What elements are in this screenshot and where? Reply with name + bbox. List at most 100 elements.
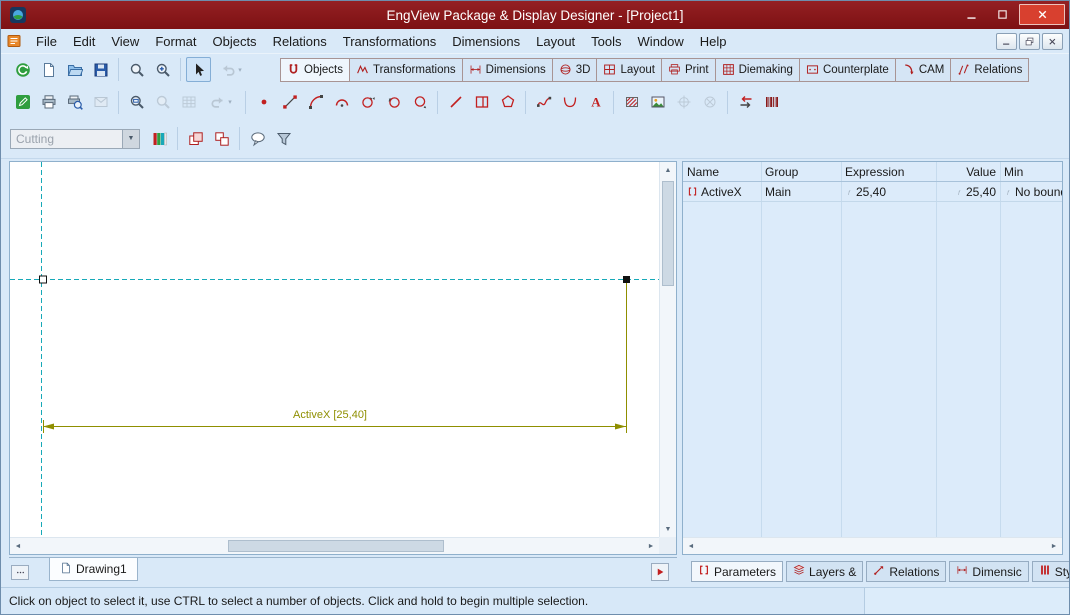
construction-line-tool-button[interactable] xyxy=(443,90,468,115)
tab-relations-panel[interactable]: Relations xyxy=(866,561,946,582)
rectangle-tool-button[interactable] xyxy=(469,90,494,115)
menu-relations[interactable]: Relations xyxy=(265,32,335,51)
mdi-restore-button[interactable] xyxy=(1019,33,1040,50)
print-button[interactable] xyxy=(36,90,61,115)
tab-styles[interactable]: Styles xyxy=(1032,561,1070,582)
menu-window[interactable]: Window xyxy=(630,32,692,51)
tab-transformations[interactable]: Transformations xyxy=(349,58,462,82)
tab-diemaking[interactable]: Diemaking xyxy=(715,58,799,82)
zoom-extents-button[interactable] xyxy=(150,90,175,115)
erase-tool-button[interactable] xyxy=(697,90,722,115)
handle-right[interactable] xyxy=(623,276,630,283)
spline-tool-button[interactable] xyxy=(531,90,556,115)
tab-dimensions[interactable]: Dimensions xyxy=(462,58,552,82)
scroll-left-icon[interactable]: ◄ xyxy=(10,538,26,554)
scroll-up-icon[interactable]: ▲ xyxy=(660,162,676,178)
tab-parameters[interactable]: Parameters xyxy=(691,561,783,582)
mdi-close-button[interactable] xyxy=(1042,33,1063,50)
arc-3pt-tool-button[interactable] xyxy=(303,90,328,115)
polygon-tool-button[interactable] xyxy=(495,90,520,115)
canvas-vscrollbar[interactable]: ▲ ▼ xyxy=(659,162,676,537)
scroll-right-icon[interactable]: ► xyxy=(643,538,659,554)
zoom-window-button[interactable] xyxy=(124,90,149,115)
tab-layout[interactable]: Layout xyxy=(596,58,661,82)
circle-tool-button-2[interactable] xyxy=(381,90,406,115)
select-tool-button[interactable] xyxy=(186,57,211,82)
drawing-canvas[interactable]: ActiveX [25,40] xyxy=(10,162,659,537)
menu-format[interactable]: Format xyxy=(147,32,204,51)
hscroll-thumb[interactable] xyxy=(228,540,444,552)
app-logo-icon[interactable] xyxy=(10,7,26,23)
table-row[interactable]: ActiveXMainf25,40f25,40fNo bound xyxy=(683,182,1062,202)
mdi-minimize-button[interactable] xyxy=(996,33,1017,50)
bridges-tool-button[interactable] xyxy=(733,90,758,115)
tab-print[interactable]: Print xyxy=(661,58,715,82)
chevron-down-icon[interactable]: ▼ xyxy=(122,130,139,148)
point-tool-button[interactable] xyxy=(251,90,276,115)
circle-tool-button-3[interactable] xyxy=(407,90,432,115)
menu-objects[interactable]: Objects xyxy=(204,32,264,51)
vscroll-thumb[interactable] xyxy=(662,181,674,286)
center-mark-tool-button[interactable] xyxy=(671,90,696,115)
barcode-tool-button[interactable] xyxy=(759,90,784,115)
standard-button[interactable] xyxy=(10,57,35,82)
menu-help[interactable]: Help xyxy=(692,32,735,51)
send-button[interactable] xyxy=(88,90,113,115)
arc-center-tool-button[interactable] xyxy=(329,90,354,115)
text-tool-button[interactable]: A xyxy=(583,90,608,115)
menu-view[interactable]: View xyxy=(103,32,147,51)
line-tool-button[interactable] xyxy=(277,90,302,115)
panel-hscrollbar[interactable]: ◄ ► xyxy=(683,537,1062,554)
dropdown-chevron-icon[interactable]: ▾ xyxy=(238,66,242,74)
menu-dimensions[interactable]: Dimensions xyxy=(444,32,528,51)
tab-label: Relations xyxy=(889,565,939,579)
menu-file[interactable]: File xyxy=(28,32,65,51)
filter-button[interactable] xyxy=(271,126,296,151)
tab-layers[interactable]: Layers & xyxy=(786,561,863,582)
scroll-down-icon[interactable]: ▼ xyxy=(660,521,676,537)
save-button[interactable] xyxy=(88,57,113,82)
menu-layout[interactable]: Layout xyxy=(528,32,583,51)
dropdown-chevron-icon[interactable]: ▾ xyxy=(228,98,232,106)
open-project-button[interactable] xyxy=(62,57,87,82)
menu-tools[interactable]: Tools xyxy=(583,32,629,51)
show-layer-button-2[interactable] xyxy=(209,126,234,151)
tab-drawing1[interactable]: Drawing1 xyxy=(49,558,138,581)
dimension-label[interactable]: ActiveX [25,40] xyxy=(293,409,367,421)
edit-standard-button[interactable] xyxy=(10,90,35,115)
print-preview-button[interactable] xyxy=(62,90,87,115)
tab-dimensions-panel[interactable]: Dimensic xyxy=(949,561,1028,582)
hatch-tool-button[interactable] xyxy=(619,90,644,115)
menu-transformations[interactable]: Transformations xyxy=(335,32,444,51)
curve-tool-button[interactable] xyxy=(557,90,582,115)
scroll-right-icon[interactable]: ► xyxy=(1046,538,1062,554)
tab-objects[interactable]: Objects xyxy=(280,58,349,82)
sheet-menu-button[interactable] xyxy=(11,565,29,580)
tab-counterplate[interactable]: Counterplate xyxy=(799,58,895,82)
grid-button[interactable] xyxy=(176,90,201,115)
tab-3d[interactable]: 3D xyxy=(552,58,597,82)
undo-button[interactable]: ▾ xyxy=(212,57,250,82)
redo-button[interactable]: ▾ xyxy=(202,90,240,115)
circle-tool-button-1[interactable] xyxy=(355,90,380,115)
layer-select[interactable]: Cutting ▼ xyxy=(10,129,140,149)
show-layer-button-1[interactable] xyxy=(183,126,208,151)
sheet-nav-button[interactable] xyxy=(651,563,669,581)
zoom-in-button[interactable] xyxy=(150,57,175,82)
new-document-button[interactable] xyxy=(36,57,61,82)
canvas-hscrollbar[interactable]: ◄ ► xyxy=(10,537,659,554)
image-tool-button[interactable] xyxy=(645,90,670,115)
minimize-button[interactable] xyxy=(957,4,986,25)
tab-relations[interactable]: Relations xyxy=(950,58,1029,82)
zoom-button[interactable] xyxy=(124,57,149,82)
menu-edit[interactable]: Edit xyxy=(65,32,103,51)
layer-colors-button[interactable] xyxy=(147,126,172,151)
callout-button[interactable] xyxy=(245,126,270,151)
scroll-left-icon[interactable]: ◄ xyxy=(683,538,699,554)
tab-cam[interactable]: CAM xyxy=(895,58,951,82)
handle-left[interactable] xyxy=(40,276,47,283)
document-icon[interactable] xyxy=(6,33,22,49)
param-expression: 25,40 xyxy=(856,185,886,199)
close-button[interactable] xyxy=(1019,4,1065,25)
maximize-button[interactable] xyxy=(988,4,1017,25)
